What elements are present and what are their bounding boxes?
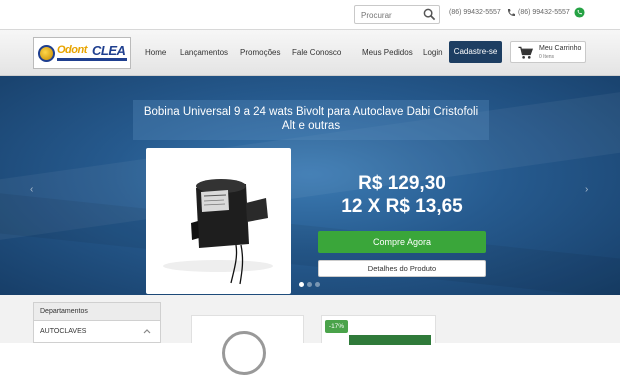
signup-button[interactable]: Cadastre-se (449, 41, 502, 63)
product-image[interactable] (146, 148, 291, 294)
logo-underline (57, 58, 127, 61)
product-price: R$ 129,30 (358, 173, 446, 194)
nav-lancamentos[interactable]: Lançamentos (180, 48, 228, 57)
department-item-autoclaves[interactable]: AUTOCLAVES (34, 328, 160, 335)
solenoid-coil-icon (163, 179, 273, 285)
search-icon[interactable] (423, 8, 436, 21)
logo-text-primary: Odont (57, 44, 87, 56)
nav-fale-conosco[interactable]: Fale Conosco (292, 48, 341, 57)
product-thumbnail (222, 331, 266, 375)
product-title-box: Bobina Universal 9 a 24 wats Bivolt para… (133, 100, 489, 140)
carousel-dot[interactable] (315, 282, 320, 287)
carousel-indicators (299, 282, 321, 287)
nav-meus-pedidos[interactable]: Meus Pedidos (362, 48, 413, 57)
carousel-dot[interactable] (299, 282, 304, 287)
search-box[interactable] (354, 5, 440, 24)
phone-icon (507, 9, 515, 17)
shopping-cart-icon (518, 46, 533, 59)
content-area: Departamentos AUTOCLAVES -17% (0, 295, 620, 375)
product-details-button[interactable]: Detalhes do Produto (318, 260, 486, 277)
search-input[interactable] (361, 9, 423, 21)
product-thumbnail (349, 335, 431, 345)
chevron-up-icon[interactable] (143, 328, 151, 334)
nav-promocoes[interactable]: Promoções (240, 48, 280, 57)
phone-number: (86) 99432-5557 (449, 9, 501, 16)
departments-header: Departamentos (34, 303, 160, 321)
whatsapp-number: (86) 99432-5557 (518, 9, 570, 16)
carousel-dot[interactable] (307, 282, 312, 287)
cart-title: Meu Carrinho (539, 45, 582, 52)
buy-now-button[interactable]: Compre Agora (318, 231, 486, 253)
hero-banner: ‹ › Bobina Universal 9 a 24 wats Bivolt … (0, 76, 620, 295)
nav-login[interactable]: Login (423, 48, 443, 57)
main-navbar: Odont CLEA Home Lançamentos Promoções Fa… (0, 29, 620, 76)
whatsapp-icon[interactable] (574, 7, 585, 18)
product-installments: 12 X R$ 13,65 (341, 196, 463, 217)
hero-background-shadow (0, 189, 620, 295)
top-bar: (86) 99432-5557 (86) 99432-5557 (0, 0, 620, 29)
carousel-next-arrow-icon[interactable]: › (585, 184, 588, 195)
cart-button[interactable]: Meu Carrinho 0 Itens (510, 41, 586, 63)
cart-count: 0 Itens (539, 54, 555, 60)
logo-text-secondary: CLEA (92, 43, 126, 58)
departments-panel: Departamentos AUTOCLAVES (33, 302, 161, 343)
site-logo[interactable]: Odont CLEA (33, 37, 131, 69)
nav-home[interactable]: Home (145, 48, 166, 57)
discount-badge: -17% (325, 320, 348, 333)
logo-emblem-icon (38, 45, 55, 62)
product-card[interactable] (191, 315, 304, 375)
product-title[interactable]: Bobina Universal 9 a 24 wats Bivolt para… (133, 105, 489, 133)
product-card[interactable]: -17% (321, 315, 436, 345)
carousel-prev-arrow-icon[interactable]: ‹ (30, 184, 33, 195)
